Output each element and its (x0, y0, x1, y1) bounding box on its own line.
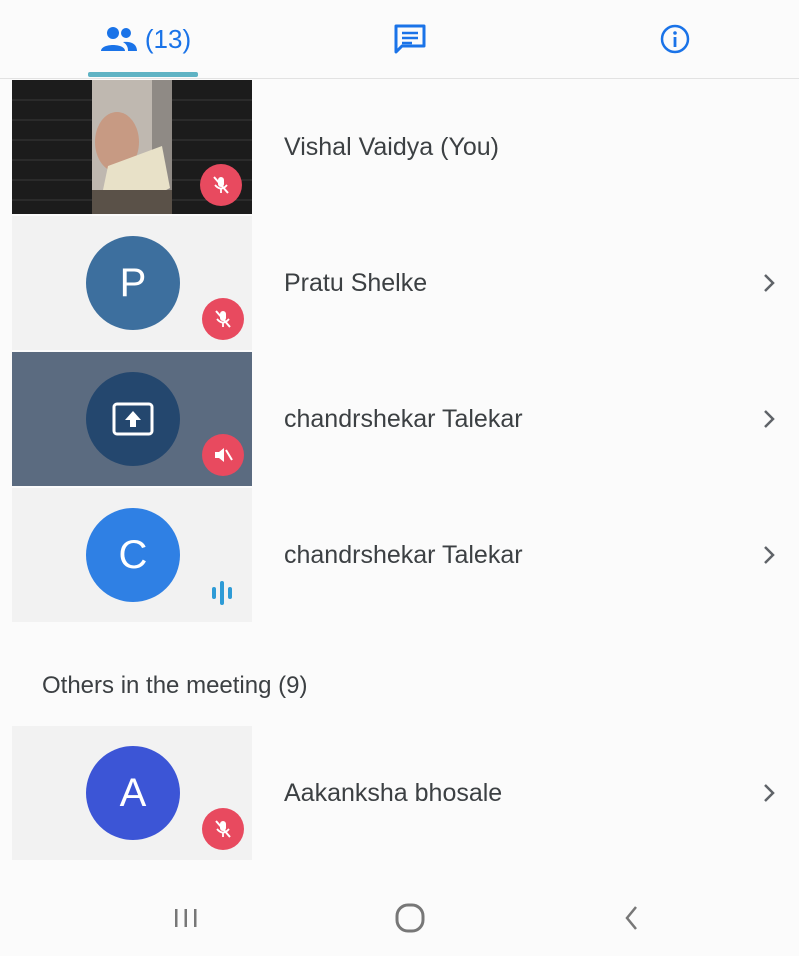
people-icon (100, 27, 137, 51)
others-section-title: Others in the meeting (9) (42, 672, 308, 699)
chevron-right-icon[interactable] (761, 726, 777, 860)
participant-name: Aakanksha bhosale (284, 778, 503, 807)
tab-chat[interactable] (325, 0, 495, 78)
recents-button[interactable] (126, 880, 246, 956)
mic-muted-icon (202, 434, 244, 476)
chat-icon (394, 24, 426, 54)
chevron-right-icon[interactable] (761, 352, 777, 486)
avatar-initial: A (119, 770, 147, 815)
home-icon (395, 903, 425, 933)
avatar-tile: A (12, 726, 252, 860)
chevron-right-icon[interactable] (761, 488, 777, 622)
avatar-tile: P (12, 216, 252, 350)
participant-name: Pratu Shelke (284, 268, 428, 297)
participant-row[interactable]: chandrshekar Talekar (0, 352, 799, 486)
present-avatar (86, 372, 180, 466)
screen-share-tile (12, 352, 252, 486)
participant-row[interactable]: P Pratu Shelke (0, 216, 799, 350)
recents-icon (175, 909, 197, 927)
mic-muted-icon (200, 164, 242, 206)
avatar-initial: P (119, 260, 147, 305)
video-tile (12, 80, 252, 214)
people-count: (13) (144, 23, 192, 54)
participants-tab-bar: (13) (0, 0, 799, 79)
participant-name: Vishal Vaidya (You) (284, 132, 499, 161)
avatar-initial: C (118, 532, 148, 577)
back-icon (625, 906, 637, 930)
participant-name: chandrshekar Talekar (284, 404, 523, 433)
avatar-tile: C (12, 488, 252, 622)
chevron-right-icon[interactable] (761, 216, 777, 350)
tab-people[interactable]: (13) (60, 0, 230, 78)
avatar: P (86, 236, 180, 330)
participant-row[interactable]: C chandrshekar Talekar (0, 488, 799, 622)
speaking-indicator-icon (204, 572, 244, 612)
avatar: C (86, 508, 180, 602)
system-navigation-bar (0, 880, 799, 956)
present-screen-icon (112, 402, 154, 436)
avatar: A (86, 746, 180, 840)
back-button[interactable] (572, 880, 692, 956)
info-icon (660, 24, 690, 54)
mic-muted-icon (202, 808, 244, 850)
participant-name: chandrshekar Talekar (284, 540, 523, 569)
mic-muted-icon (202, 298, 244, 340)
participant-row[interactable]: Vishal Vaidya (You) (0, 80, 799, 214)
home-button[interactable] (350, 880, 470, 956)
tab-info[interactable] (590, 0, 760, 78)
participant-row[interactable]: A Aakanksha bhosale (0, 726, 799, 860)
active-tab-indicator (88, 72, 198, 77)
